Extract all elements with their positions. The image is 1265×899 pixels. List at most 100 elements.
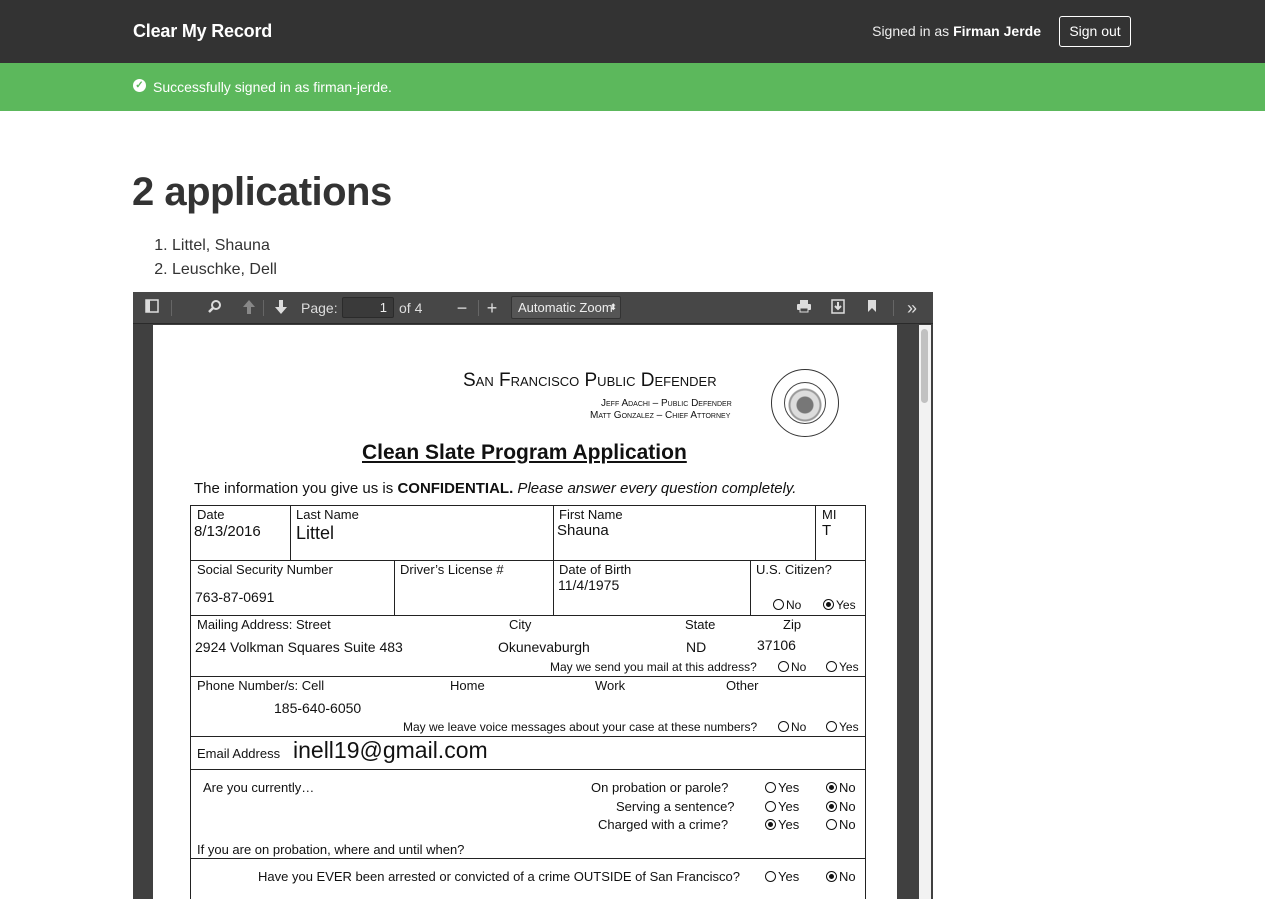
flash-message: Successfully signed in as firman-jerde. (153, 79, 392, 95)
tools-chevron-icon[interactable]: » (903, 299, 921, 317)
outside-yes: Yes (765, 869, 799, 884)
no-label: No (839, 799, 856, 814)
state-label: State (685, 617, 716, 632)
email-value: inell19@gmail.com (293, 737, 488, 763)
toolbar-separator (478, 300, 479, 316)
brand-link[interactable]: Clear My Record (133, 21, 272, 42)
intro-text: The information you give us is (194, 480, 398, 497)
form-intro: The information you give us is CONFIDENT… (194, 480, 796, 497)
radio-serving-no[interactable] (826, 801, 837, 812)
check-circle-icon: ✓ (133, 79, 146, 92)
mi-label: MI (822, 507, 837, 522)
radio-mail-yes[interactable] (826, 661, 837, 672)
sidebar-toggle-icon[interactable] (144, 299, 160, 317)
dob-label: Date of Birth (559, 562, 632, 577)
applications-list: Littel, Shauna Leuschke, Dell (132, 234, 277, 282)
radio-citizen-yes[interactable] (823, 599, 834, 610)
radio-outside-no[interactable] (826, 871, 837, 882)
address-label: Mailing Address: Street (197, 617, 331, 632)
viewer-scrollbar[interactable] (919, 325, 931, 899)
radio-outside-yes[interactable] (765, 871, 776, 882)
dob-value: 11/4/1975 (558, 577, 620, 593)
bookmark-icon[interactable] (865, 299, 879, 317)
work-label: Work (595, 678, 626, 693)
toolbar-separator (263, 300, 264, 316)
citizen-no: No (773, 598, 801, 612)
page-title: 2 applications (132, 170, 392, 214)
outside-no: No (826, 869, 856, 884)
col-divider (290, 505, 291, 560)
first-name-value: Shauna (557, 522, 609, 539)
voice-no: No (778, 720, 806, 734)
charged-question: Charged with a crime? (598, 817, 729, 832)
pdf-toolbar: Page: 1 of 4 − + Automatic Zoom ⬍ » (133, 292, 933, 324)
serving-no: No (826, 799, 856, 814)
application-link[interactable]: Leuschke, Dell (172, 261, 277, 278)
intro-instruction: Please answer every question completely. (513, 480, 797, 497)
signed-in-text: Signed in as Firman Jerde (872, 23, 1041, 39)
city-seal-logo (771, 369, 839, 437)
previous-page-icon[interactable] (241, 299, 257, 317)
voice-no-label: No (791, 720, 807, 734)
radio-voice-no[interactable] (778, 721, 789, 732)
search-icon[interactable] (207, 299, 223, 317)
yes-label: Yes (778, 780, 800, 795)
org-line-2: Matt Gonzalez – Chief Attorney (590, 410, 731, 421)
mail-no: No (778, 660, 806, 674)
radio-charged-yes[interactable] (765, 819, 776, 830)
no-label: No (839, 869, 856, 884)
org-line-1: Jeff Adachi – Public Defender (601, 398, 732, 409)
download-icon[interactable] (830, 299, 846, 317)
outside-question: Have you EVER been arrested or convicted… (258, 869, 740, 884)
first-name-label: First Name (559, 507, 623, 522)
zoom-in-button[interactable]: + (485, 299, 499, 317)
voice-yes-label: Yes (839, 720, 859, 734)
other-label: Other (726, 678, 759, 693)
voice-yes: Yes (826, 720, 859, 734)
probation-no: No (826, 780, 856, 795)
pdf-viewer: Page: 1 of 4 − + Automatic Zoom ⬍ » San F… (133, 292, 933, 899)
next-page-icon[interactable] (273, 299, 289, 317)
probation-question: On probation or parole? (591, 780, 729, 795)
radio-charged-no[interactable] (826, 819, 837, 830)
zoom-select[interactable]: Automatic Zoom ⬍ (511, 296, 621, 319)
org-title: San Francisco Public Defender (463, 370, 717, 391)
application-item[interactable]: Leuschke, Dell (172, 258, 277, 282)
top-navbar: Clear My Record Signed in as Firman Jerd… (0, 0, 1265, 63)
radio-probation-yes[interactable] (765, 782, 776, 793)
last-name-label: Last Name (296, 507, 359, 522)
col-divider (553, 560, 554, 615)
radio-serving-yes[interactable] (765, 801, 776, 812)
citizen-yes: Yes (823, 598, 856, 612)
form-title: Clean Slate Program Application (362, 441, 687, 464)
radio-mail-no[interactable] (778, 661, 789, 672)
charged-yes: Yes (765, 817, 799, 832)
sign-out-button[interactable]: Sign out (1059, 16, 1131, 47)
page-number-input[interactable]: 1 (342, 297, 394, 318)
col-divider (815, 505, 816, 560)
col-divider (750, 560, 751, 615)
radio-voice-yes[interactable] (826, 721, 837, 732)
date-label: Date (197, 507, 225, 522)
street-value: 2924 Volkman Squares Suite 483 (195, 639, 403, 655)
zoom-out-button[interactable]: − (455, 299, 469, 317)
voice-question: May we leave voice messages about your c… (403, 720, 758, 734)
application-link[interactable]: Littel, Shauna (172, 237, 270, 254)
seal-emblem (784, 382, 826, 424)
row-divider (190, 676, 866, 677)
row-divider (190, 615, 866, 616)
application-item[interactable]: Littel, Shauna (172, 234, 277, 258)
col-divider (394, 560, 395, 615)
radio-probation-no[interactable] (826, 782, 837, 793)
scrollbar-thumb[interactable] (921, 329, 928, 403)
phone-label: Phone Number/s: Cell (197, 678, 325, 693)
citizen-no-label: No (786, 598, 802, 612)
signed-in-prefix: Signed in as (872, 23, 954, 39)
print-icon[interactable] (795, 299, 813, 317)
citizen-yes-label: Yes (836, 598, 856, 612)
page-label: Page: (301, 300, 338, 316)
radio-citizen-no[interactable] (773, 599, 784, 610)
toolbar-separator (893, 300, 894, 316)
flash-success: ✓ Successfully signed in as firman-jerde… (0, 63, 1265, 111)
row-divider (190, 769, 866, 770)
